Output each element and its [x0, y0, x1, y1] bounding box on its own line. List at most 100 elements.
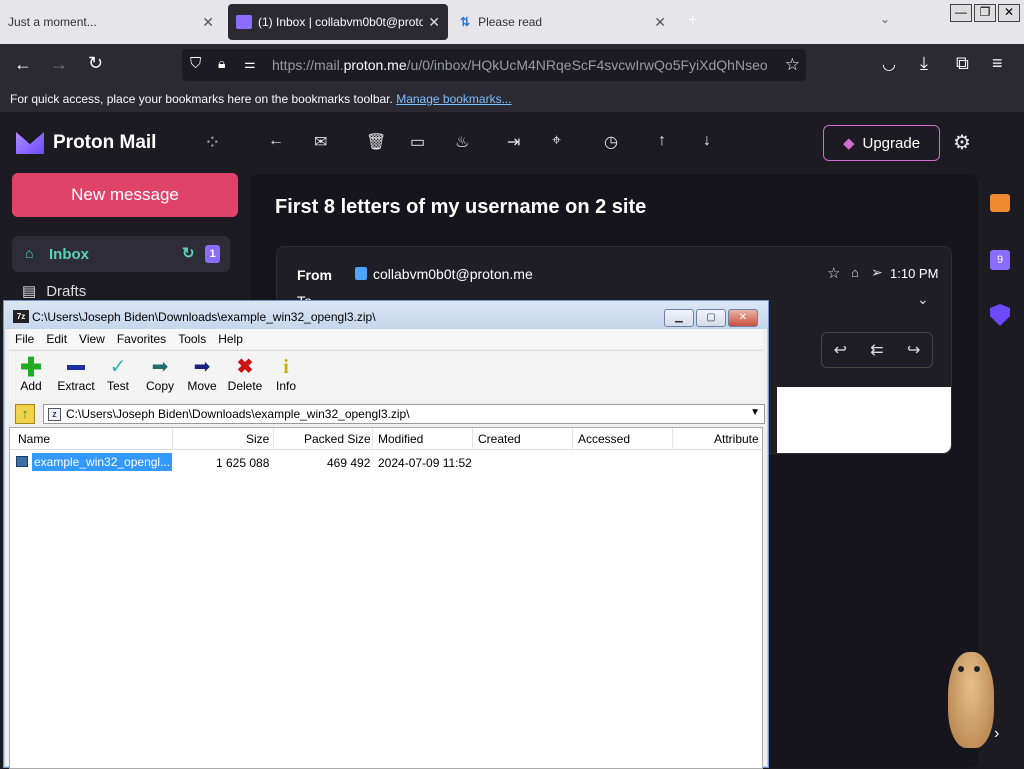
- reply-all-icon[interactable]: ⇇: [870, 340, 883, 360]
- tab-please-read[interactable]: ⇅ Please read ✕: [452, 4, 674, 40]
- toolbar: ✚ Add Extract ✓ Test ➡ Copy ➡ Move ✖ Del…: [9, 350, 763, 400]
- sidebar-item-inbox[interactable]: ⌂ Inbox ↻ 1: [12, 236, 230, 272]
- trash-icon[interactable]: 🗑︎: [366, 132, 386, 152]
- apps-grid-icon[interactable]: ⁘: [204, 130, 221, 155]
- col-name[interactable]: Name: [18, 432, 50, 446]
- tab-inbox[interactable]: (1) Inbox | collabvm0b0t@proton.me ✕: [228, 4, 448, 40]
- sidebar-item-label: Inbox: [49, 245, 89, 263]
- star-icon[interactable]: ☆: [827, 264, 840, 282]
- label-icon[interactable]: ⌖: [552, 132, 561, 150]
- tab-title: Just a moment...: [8, 15, 97, 29]
- archive-icon[interactable]: ▭: [410, 132, 425, 152]
- url-bar[interactable]: ⛉ 🔒︎ ⚌ https://mail. proton.me/u/0/inbox/…: [182, 49, 806, 81]
- close-window-icon[interactable]: ✕: [998, 4, 1020, 22]
- forward-icon[interactable]: ↪: [907, 340, 920, 360]
- draft-icon: ▤: [22, 283, 37, 300]
- minimize-icon[interactable]: ▁: [664, 309, 694, 327]
- back-icon[interactable]: ←: [14, 54, 32, 75]
- bookmarks-hint: For quick access, place your bookmarks h…: [10, 92, 393, 106]
- parent-folder-icon[interactable]: ↑: [15, 404, 35, 424]
- reload-icon[interactable]: ↻: [88, 53, 103, 74]
- menu-favorites[interactable]: Favorites: [111, 329, 172, 349]
- info-button[interactable]: i Info: [264, 355, 308, 393]
- col-attribute[interactable]: Attribute: [714, 432, 759, 446]
- vpn-shield-icon[interactable]: [990, 304, 1010, 326]
- path-input[interactable]: z C:\Users\Joseph Biden\Downloads\exampl…: [43, 404, 765, 424]
- manage-bookmarks-link[interactable]: Manage bookmarks...: [396, 92, 511, 106]
- upgrade-button[interactable]: ◆ Upgrade: [823, 125, 940, 161]
- menu-help[interactable]: Help: [212, 329, 249, 349]
- dropdown-arrow-icon[interactable]: ▼: [750, 407, 760, 418]
- diamond-icon: ◆: [842, 135, 855, 152]
- move-button[interactable]: ➡ Move: [180, 355, 224, 393]
- close-tab-icon[interactable]: ✕: [202, 14, 214, 31]
- next-message-icon[interactable]: ↓: [703, 132, 711, 150]
- file-icon: [16, 456, 28, 467]
- close-tab-icon[interactable]: ✕: [428, 14, 440, 31]
- refresh-icon[interactable]: ↻: [182, 244, 195, 262]
- shield-icon[interactable]: ⛉: [190, 55, 201, 72]
- col-modified[interactable]: Modified: [378, 432, 423, 446]
- restore-icon[interactable]: ❐: [974, 4, 996, 22]
- from-label: From: [297, 267, 332, 283]
- new-message-button[interactable]: New message: [12, 173, 238, 217]
- forward-icon[interactable]: →: [50, 54, 68, 75]
- chevron-right-icon[interactable]: ›: [994, 725, 999, 743]
- sender-address[interactable]: collabvm0b0t@proton.me: [373, 266, 533, 282]
- previous-message-icon[interactable]: ↑: [658, 132, 666, 150]
- proton-favicon-icon: [236, 15, 252, 29]
- url-prefix: https://mail.: [272, 57, 344, 73]
- menu-edit[interactable]: Edit: [40, 329, 73, 349]
- delete-button[interactable]: ✖ Delete: [223, 355, 267, 393]
- message-subject: First 8 letters of my username on 2 site: [275, 196, 647, 218]
- minimize-icon[interactable]: —: [950, 4, 972, 22]
- menu-icon[interactable]: ≡: [992, 53, 1003, 74]
- downloads-icon[interactable]: ⤓: [920, 53, 928, 74]
- new-tab-icon[interactable]: +: [688, 12, 697, 30]
- menu-tools[interactable]: Tools: [172, 329, 212, 349]
- menu-file[interactable]: File: [9, 329, 40, 349]
- test-button[interactable]: ✓ Test: [96, 355, 140, 393]
- bookmark-star-icon[interactable]: ☆: [784, 55, 800, 75]
- contacts-icon[interactable]: [990, 194, 1010, 212]
- window-title: C:\Users\Joseph Biden\Downloads\example_…: [32, 310, 376, 324]
- move-to-folder-icon[interactable]: ⇥: [507, 132, 520, 152]
- mark-unread-icon[interactable]: ✉: [314, 132, 327, 152]
- tab-just-a-moment[interactable]: Just a moment... ✕: [0, 4, 222, 40]
- col-packed-size[interactable]: Packed Size: [304, 432, 371, 446]
- bookmarks-toolbar: For quick access, place your bookmarks h…: [0, 86, 1024, 112]
- add-button[interactable]: ✚ Add: [9, 354, 53, 393]
- expand-details-icon[interactable]: ⌄: [917, 291, 929, 308]
- spam-icon[interactable]: ♨: [455, 132, 469, 152]
- tab-list-icon[interactable]: ⌄: [880, 12, 890, 26]
- settings-gear-icon[interactable]: ⚙: [953, 130, 971, 155]
- row-name: example_win32_opengl...: [32, 453, 172, 471]
- extract-button[interactable]: Extract: [54, 355, 98, 393]
- 7zip-app-icon: 7z: [13, 310, 29, 323]
- close-tab-icon[interactable]: ✕: [654, 14, 666, 31]
- close-window-icon[interactable]: ✕: [728, 309, 758, 327]
- calendar-icon[interactable]: 9: [990, 250, 1010, 270]
- col-accessed[interactable]: Accessed: [578, 432, 630, 446]
- reply-icon[interactable]: ↩: [834, 340, 847, 360]
- permissions-icon[interactable]: ⚌: [244, 56, 256, 72]
- verified-lock-icon: [355, 267, 367, 280]
- reply-actions: ↩ ⇇ ↪: [821, 332, 933, 368]
- lock-icon[interactable]: 🔒︎: [218, 55, 225, 72]
- maximize-icon[interactable]: ▢: [696, 309, 726, 327]
- test-label: Test: [106, 379, 129, 393]
- back-to-list-icon[interactable]: ←: [268, 132, 284, 150]
- copy-button[interactable]: ➡ Copy: [138, 355, 182, 393]
- extensions-icon[interactable]: ⧉: [956, 53, 969, 74]
- inbox-icon: ⌂: [25, 245, 34, 261]
- pocket-icon[interactable]: ◡: [882, 54, 896, 74]
- path-text: C:\Users\Joseph Biden\Downloads\example_…: [66, 407, 410, 421]
- sidebar-item-drafts[interactable]: ▤ Drafts: [22, 282, 86, 300]
- col-created[interactable]: Created: [478, 432, 521, 446]
- menu-view[interactable]: View: [73, 329, 111, 349]
- window-title-bar[interactable]: 7z C:\Users\Joseph Biden\Downloads\examp…: [4, 301, 768, 329]
- col-size[interactable]: Size: [246, 432, 269, 446]
- app-logo: Proton Mail: [53, 132, 157, 153]
- snooze-icon[interactable]: ◷: [604, 132, 618, 152]
- move-icon: ➡: [193, 356, 211, 378]
